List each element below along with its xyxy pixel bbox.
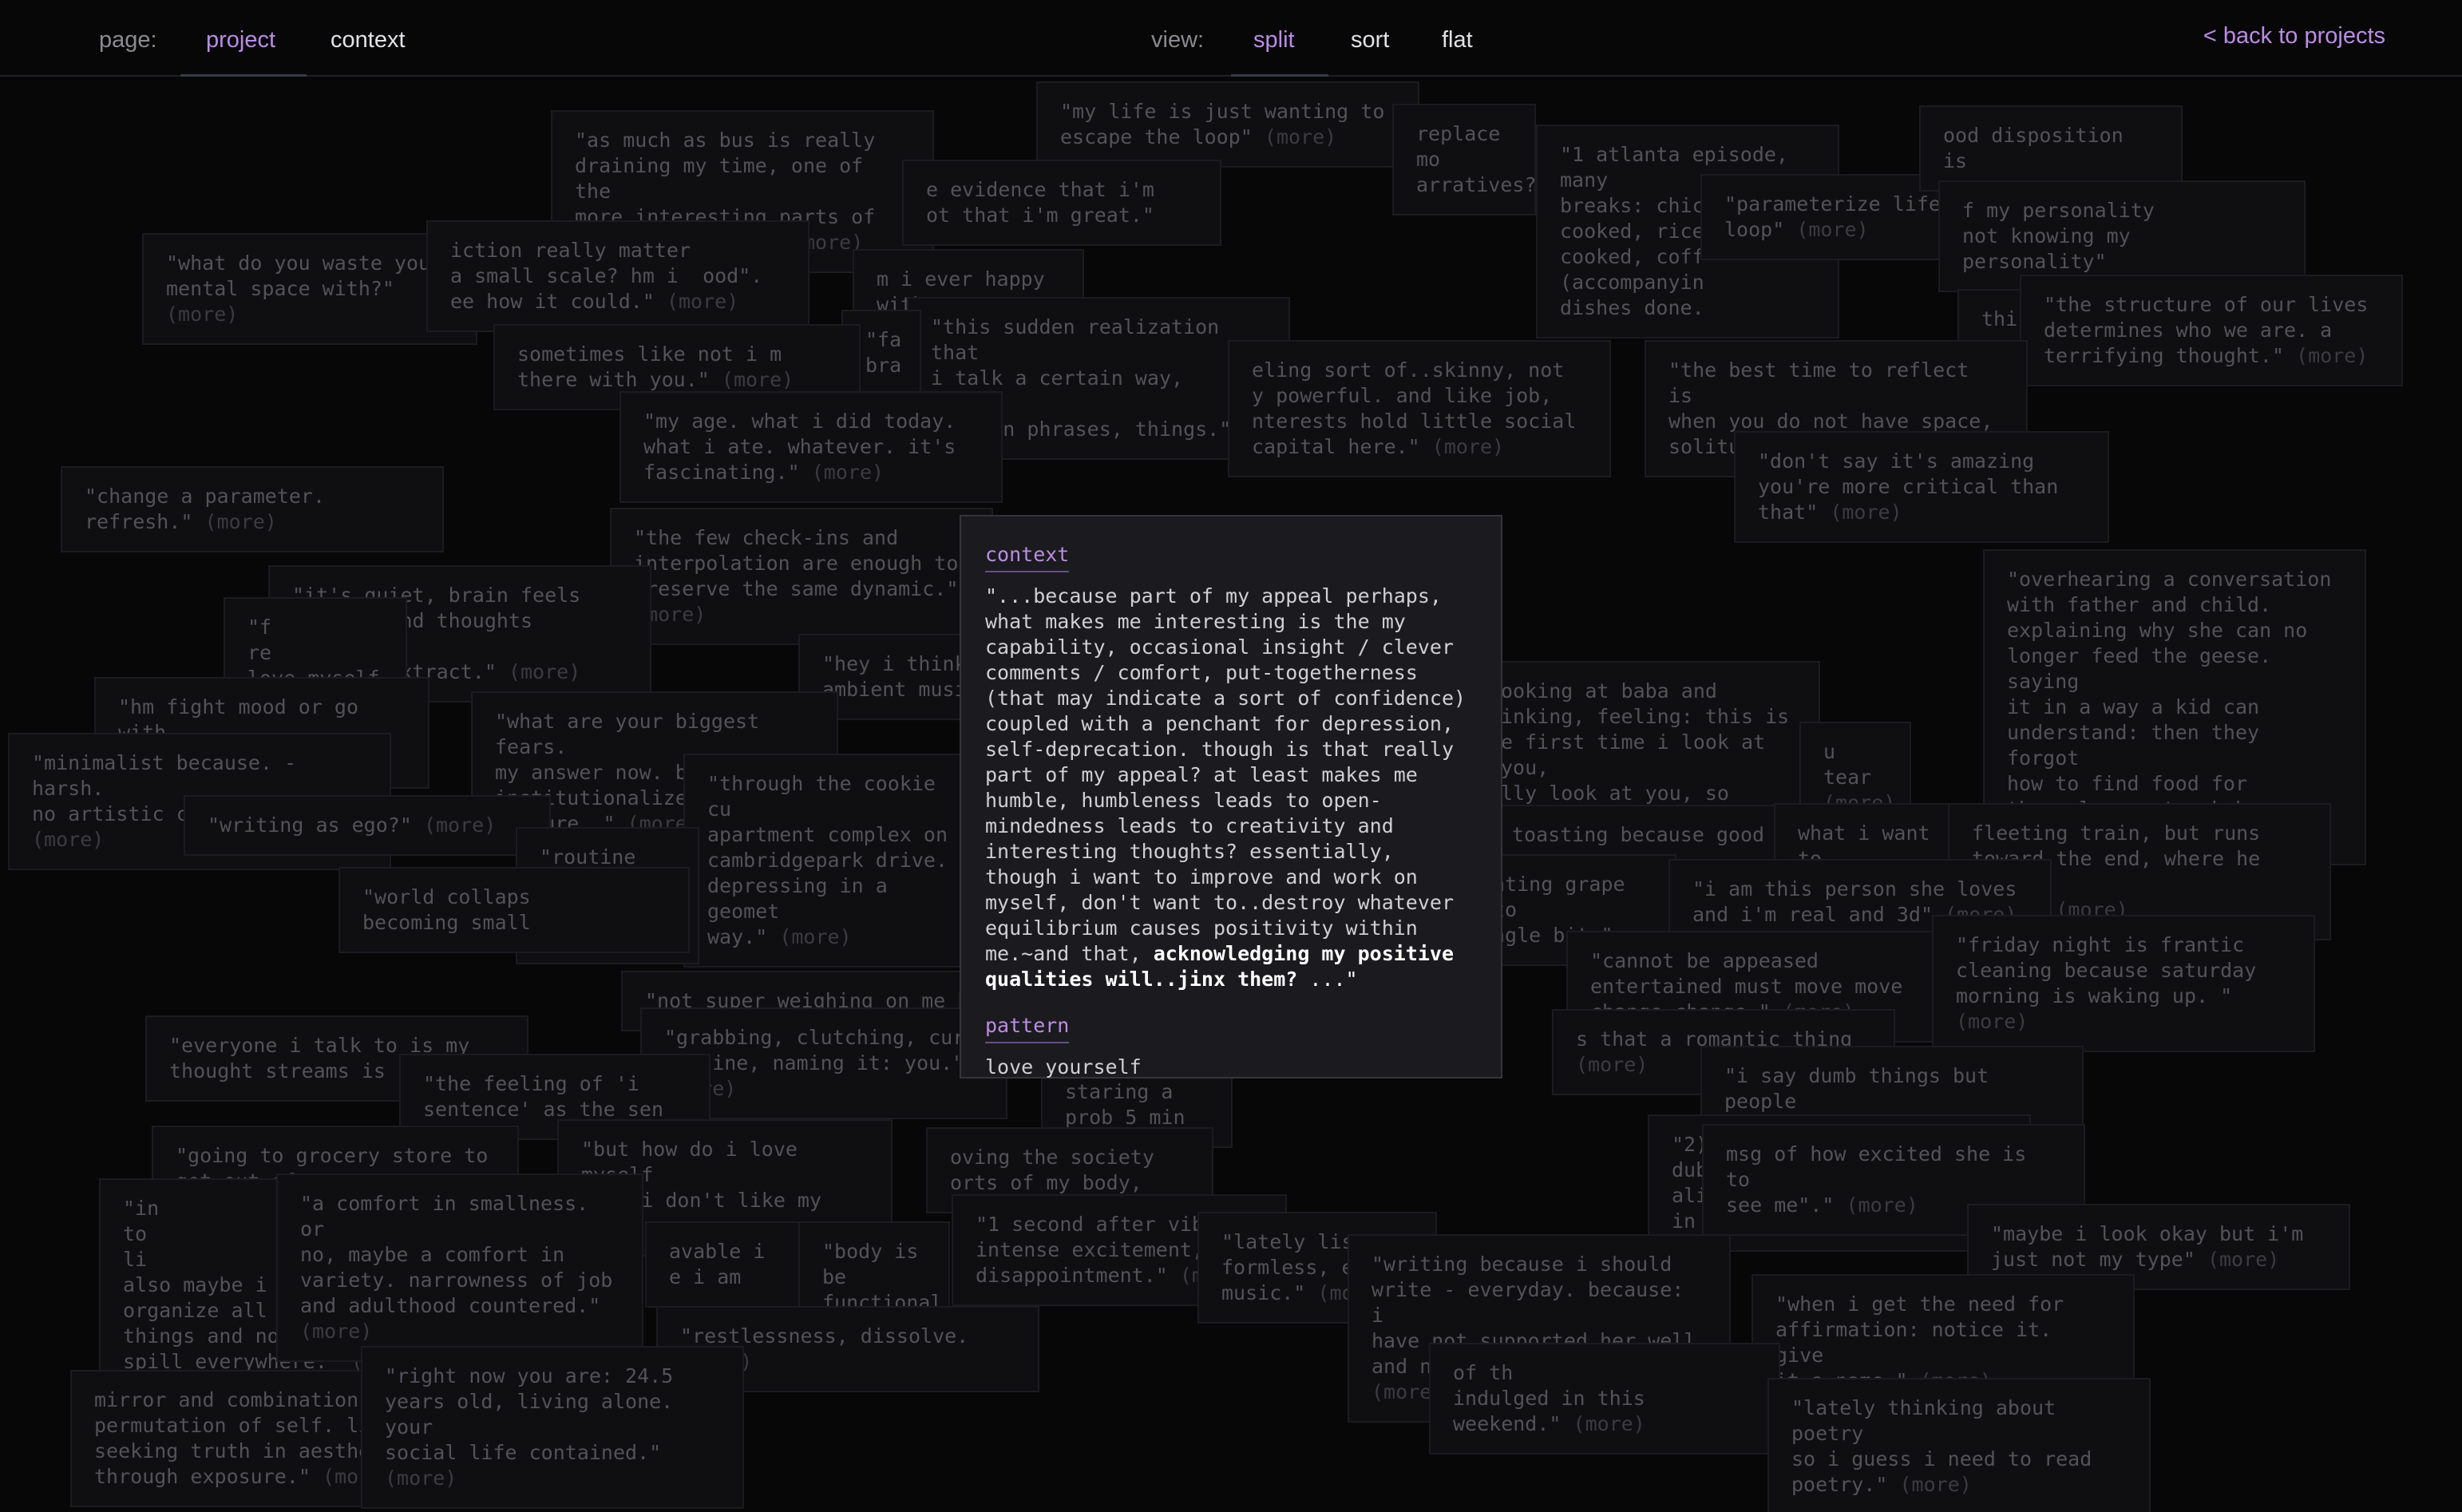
context-body: "...because part of my appeal perhaps, w…	[985, 584, 1477, 992]
note-text: oving the society orts of my body,	[950, 1146, 1154, 1194]
more-link[interactable]: (more)	[812, 461, 884, 484]
note-text: "don't say it's amazing you're more crit…	[1758, 449, 2059, 524]
view-label: view:	[1151, 27, 1205, 53]
more-link[interactable]: (more)	[385, 1466, 457, 1490]
note-text: "my age. what i did today. what i ate. w…	[643, 410, 956, 484]
view-tab-flat[interactable]: flat	[1442, 27, 1473, 53]
more-link[interactable]: (more)	[2296, 344, 2368, 367]
note-card[interactable]: "friday night is frantic cleaning becaus…	[1932, 915, 2315, 1052]
detail-modal: context "...because part of my appeal pe…	[960, 515, 1502, 1079]
more-link[interactable]: (more)	[205, 510, 277, 533]
more-link[interactable]: (more)	[1847, 1193, 1918, 1217]
note-card[interactable]: "my age. what i did today. what i ate. w…	[619, 391, 1003, 503]
more-link[interactable]: (more)	[667, 290, 738, 313]
note-text: avable i e i am	[669, 1240, 766, 1288]
more-link[interactable]: (more)	[1796, 218, 1868, 241]
note-text: replace mo arratives?"	[1416, 122, 1549, 196]
back-to-projects-link[interactable]: < back to projects	[2203, 23, 2385, 49]
view-tab-sort[interactable]: sort	[1351, 27, 1389, 53]
note-text: e evidence that i'm ot that i'm great."	[926, 178, 1154, 227]
note-text: f my personality not knowing my personal…	[1962, 199, 2155, 273]
context-tail: ..."	[1297, 968, 1358, 991]
more-link[interactable]: (more)	[166, 303, 238, 326]
more-link[interactable]: (more)	[424, 813, 496, 837]
pattern-value: love yourself	[985, 1055, 1142, 1079]
more-link[interactable]: (more)	[509, 660, 580, 683]
note-text: ood disposition is	[1943, 124, 2124, 172]
note-card[interactable]: "the few check-ins and interpolation are…	[610, 508, 993, 645]
note-card[interactable]: "lately thinking about poetry so i guess…	[1767, 1378, 2151, 1512]
more-link[interactable]: (more)	[300, 1320, 372, 1343]
more-link[interactable]: (more)	[1573, 1412, 1645, 1435]
more-link[interactable]: (more)	[779, 925, 851, 948]
note-text: "the feeling of 'i sentence' as the sen	[423, 1072, 664, 1121]
more-link[interactable]: (more)	[1899, 1473, 1971, 1496]
note-card[interactable]: "writing as ego?" (more)	[184, 795, 551, 856]
note-text: "grabbing, clutching, curr routine, nami…	[664, 1026, 977, 1075]
more-link[interactable]: (more)	[1265, 125, 1336, 148]
more-link[interactable]: (more)	[1956, 1010, 2028, 1033]
note-card[interactable]: "my life is just wanting to escape the l…	[1036, 81, 1419, 168]
note-card[interactable]: eling sort of..skinny, not y powerful. a…	[1228, 340, 1611, 477]
tab-context[interactable]: context	[331, 27, 406, 53]
note-text: "a comfort in smallness. or no, maybe a …	[300, 1192, 613, 1317]
note-text: "what do you waste your mental space wit…	[166, 251, 443, 300]
note-card[interactable]: "through the cookie cu apartment complex…	[683, 754, 987, 968]
note-card[interactable]: "the structure of our lives determines w…	[2020, 275, 2403, 386]
context-heading: context	[985, 542, 1070, 572]
note-text: "restlessness, dissolve.	[680, 1324, 969, 1348]
top-nav: page: project context view: split sort f…	[0, 0, 2462, 77]
note-text: "friday night is frantic cleaning becaus…	[1956, 933, 2257, 1007]
note-card[interactable]: "right now you are: 24.5 years old, livi…	[361, 1346, 744, 1509]
context-text: "...because part of my appeal perhaps, w…	[985, 584, 1478, 965]
note-card[interactable]: avable i e i am	[645, 1221, 821, 1308]
note-card[interactable]: "don't say it's amazing you're more crit…	[1734, 431, 2109, 543]
note-text: staring a prob 5 min	[1065, 1080, 1185, 1129]
pattern-heading: pattern	[985, 1013, 1070, 1043]
more-link[interactable]: (more)	[2207, 1248, 2279, 1271]
view-tab-split[interactable]: split	[1253, 27, 1295, 53]
note-card[interactable]: "world collaps becoming small	[338, 867, 690, 953]
note-text: toasting because good	[1512, 823, 1765, 846]
note-text: eling sort of..skinny, not y powerful. a…	[1252, 358, 1577, 458]
page-label: page:	[99, 27, 157, 53]
note-card[interactable]: "a comfort in smallness. or no, maybe a …	[276, 1174, 643, 1362]
note-card[interactable]: "change a parameter. refresh." (more)	[61, 466, 444, 552]
note-text: "world collaps becoming small	[362, 885, 531, 934]
note-text: "the few check-ins and interpolation are…	[634, 526, 959, 600]
note-card[interactable]: of th indulged in this weekend." (more)	[1429, 1343, 1780, 1455]
more-link[interactable]: (more)	[32, 828, 104, 851]
note-card[interactable]: iction really matter a small scale? hm i…	[426, 220, 809, 332]
more-link[interactable]: (more)	[722, 368, 794, 391]
note-text: "fa bra	[865, 328, 902, 377]
note-text: "writing as ego?"	[208, 813, 412, 837]
more-link[interactable]: (more)	[1432, 435, 1504, 458]
note-text: "right now you are: 24.5 years old, livi…	[385, 1364, 674, 1464]
more-link[interactable]: (more)	[1576, 1053, 1648, 1076]
tab-project[interactable]: project	[206, 27, 275, 53]
more-link[interactable]: (more)	[1830, 501, 1902, 524]
note-card[interactable]: e evidence that i'm ot that i'm great."	[902, 160, 1221, 246]
note-text: "body is be functional	[822, 1240, 943, 1314]
note-text: u tear	[1823, 740, 1872, 789]
note-card[interactable]: ood disposition is	[1919, 105, 2183, 192]
note-text: "hey i think ambient music	[822, 652, 979, 701]
note-card[interactable]: replace mo arratives?"	[1392, 104, 1549, 216]
note-text: "through the cookie cu apartment complex…	[707, 772, 948, 948]
